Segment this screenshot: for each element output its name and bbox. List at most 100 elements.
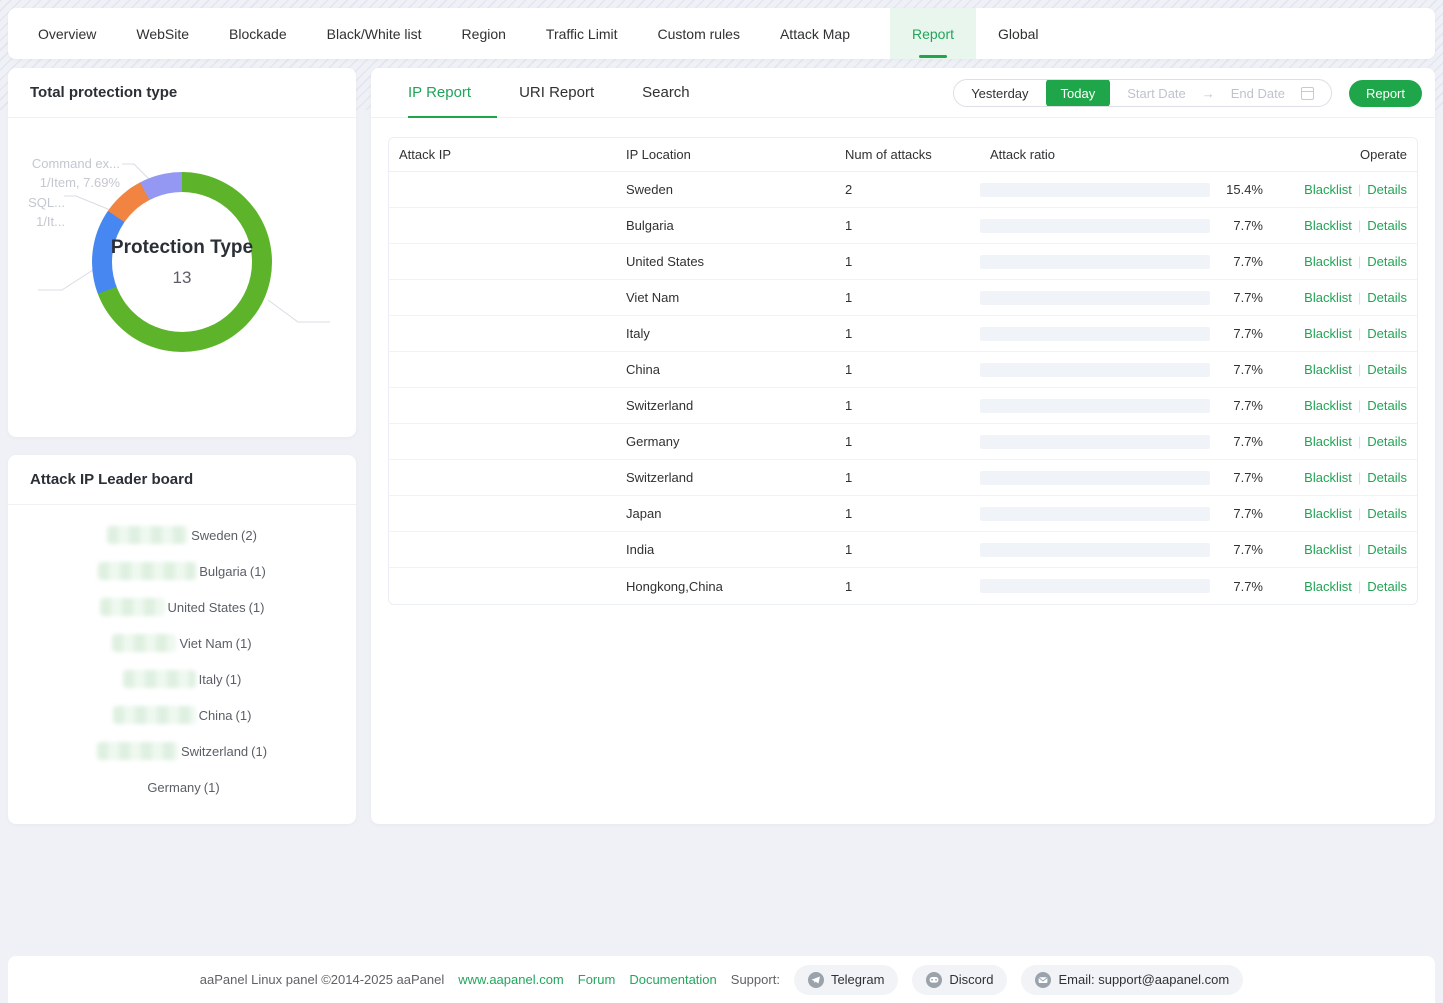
ratio-percent: 7.7% [1233, 470, 1263, 485]
leaderboard-country: China [199, 708, 233, 723]
ip-location-cell: Bulgaria [616, 218, 835, 233]
details-link[interactable]: Details [1367, 434, 1407, 449]
leaderboard-item: Italy (1) [8, 661, 356, 697]
attack-ratio-cell: 7.7% [980, 362, 1285, 377]
email-button[interactable]: Email: support@aapanel.com [1021, 965, 1243, 995]
attack-ip-cell [389, 290, 616, 305]
ratio-percent: 15.4% [1226, 182, 1263, 197]
details-link[interactable]: Details [1367, 218, 1407, 233]
link-separator: | [1358, 434, 1361, 449]
ip-location-cell: Switzerland [616, 398, 835, 413]
blurred-ip [97, 742, 178, 760]
attack-ratio-cell: 7.7% [980, 470, 1285, 485]
calendar-icon[interactable] [1301, 87, 1314, 100]
attack-ip-cell [389, 542, 616, 557]
blacklist-link[interactable]: Blacklist [1304, 506, 1352, 521]
report-button[interactable]: Report [1349, 80, 1422, 107]
telegram-button[interactable]: Telegram [794, 965, 898, 995]
ratio-progress-track [980, 219, 1210, 233]
end-date-input[interactable]: End Date [1231, 86, 1285, 101]
details-link[interactable]: Details [1367, 506, 1407, 521]
details-link[interactable]: Details [1367, 579, 1407, 594]
start-date-input[interactable]: Start Date [1127, 86, 1186, 101]
nav-tab[interactable]: Overview [38, 8, 96, 59]
details-link[interactable]: Details [1367, 398, 1407, 413]
nav-tab[interactable]: WebSite [136, 8, 189, 59]
operate-cell: Blacklist | Details [1285, 290, 1417, 305]
leaderboard-country: Viet Nam [179, 636, 232, 651]
attack-ratio-cell: 15.4% [980, 182, 1285, 197]
blacklist-link[interactable]: Blacklist [1304, 362, 1352, 377]
nav-tab[interactable]: Global [998, 8, 1038, 59]
link-separator: | [1358, 290, 1361, 305]
details-link[interactable]: Details [1367, 470, 1407, 485]
col-ip-location: IP Location [616, 147, 835, 162]
link-separator: | [1358, 362, 1361, 377]
report-tab[interactable]: URI Report [519, 68, 620, 117]
report-tab[interactable]: IP Report [408, 68, 497, 117]
operate-cell: Blacklist|Details [1285, 326, 1417, 341]
num-attacks-cell: 1 [835, 470, 980, 485]
nav-tab[interactable]: Report [890, 8, 976, 59]
blacklist-link[interactable]: Blacklist [1304, 542, 1352, 557]
operate-cell: Blacklist|Details [1285, 254, 1417, 269]
ratio-percent: 7.7% [1233, 254, 1263, 269]
details-link[interactable]: Details [1367, 326, 1407, 341]
blacklist-link[interactable]: Blacklist [1304, 579, 1352, 594]
nav-tab[interactable]: Traffic Limit [546, 8, 618, 59]
blacklist-link[interactable]: Blacklist [1304, 398, 1352, 413]
ratio-percent: 7.7% [1233, 434, 1263, 449]
documentation-link[interactable]: Documentation [629, 972, 716, 987]
telegram-icon [808, 972, 824, 988]
today-button[interactable]: Today [1046, 79, 1111, 107]
details-link[interactable]: Details [1367, 362, 1407, 377]
discord-button[interactable]: Discord [912, 965, 1007, 995]
blacklist-link[interactable]: Blacklist [1304, 326, 1352, 341]
website-link[interactable]: www.aapanel.com [458, 972, 564, 987]
forum-link[interactable]: Forum [578, 972, 616, 987]
details-link[interactable]: Details [1367, 254, 1407, 269]
details-link[interactable]: Details [1367, 542, 1407, 557]
attack-ratio-cell: 7.7% [980, 542, 1285, 557]
protection-type-donut-chart: Command ex... 1/Item, 7.69% SQL... 1/It.… [8, 118, 356, 436]
num-attacks-cell: 1 [835, 218, 980, 233]
blurred-ip [113, 706, 196, 724]
nav-tab[interactable]: Attack Map [780, 8, 850, 59]
operate-cell: Blacklist|Details [1285, 579, 1417, 594]
blacklist-link[interactable]: Blacklist [1304, 470, 1352, 485]
ratio-progress-track [980, 471, 1210, 485]
leaderboard-item: Switzerland (1) [8, 733, 356, 769]
num-attacks-cell: 1 [835, 542, 980, 557]
attack-ip-cell [389, 326, 616, 341]
blacklist-link[interactable]: Blacklist [1304, 290, 1352, 305]
ratio-percent: 7.7% [1233, 362, 1263, 377]
report-tab[interactable]: Search [642, 68, 716, 117]
num-attacks-cell: 2 [835, 182, 980, 197]
operate-cell: Blacklist|Details [1285, 398, 1417, 413]
report-controls: Yesterday Today Start Date → End Date Re… [953, 79, 1422, 107]
blacklist-link[interactable]: Blacklist [1304, 254, 1352, 269]
table-header: Attack IP IP Location Num of attacks Att… [389, 138, 1417, 172]
leaderboard-list: Sweden (2) Bulgaria (1) United States (1… [8, 505, 356, 805]
nav-tab[interactable]: Custom rules [658, 8, 740, 59]
date-range-picker[interactable]: Start Date → End Date [1110, 86, 1331, 101]
panel-title: Total protection type [8, 68, 356, 118]
yesterday-button[interactable]: Yesterday [954, 79, 1045, 107]
operate-cell: Blacklist | Details [1285, 434, 1417, 449]
nav-tab[interactable]: Black/White list [327, 8, 422, 59]
donut-total: 13 [173, 268, 192, 288]
details-link[interactable]: Details [1367, 290, 1407, 305]
ratio-progress-track [980, 255, 1210, 269]
details-link[interactable]: Details [1367, 182, 1407, 197]
blacklist-link[interactable]: Blacklist [1304, 218, 1352, 233]
table-row: Japan 1 7.7% Blacklist|Details [389, 496, 1417, 532]
nav-tab[interactable]: Region [462, 8, 506, 59]
nav-tab[interactable]: Blockade [229, 8, 287, 59]
blacklist-link[interactable]: Blacklist [1304, 434, 1352, 449]
blacklist-link[interactable]: Blacklist [1304, 182, 1352, 197]
footer: aaPanel Linux panel ©2014-2025 aaPanel w… [8, 956, 1435, 1003]
ip-location-cell: Germany [616, 434, 835, 449]
blurred-ip [98, 562, 196, 580]
report-panel: IP Report URI Report Search Yesterday To… [371, 68, 1435, 824]
attack-ip-cell [389, 579, 616, 594]
